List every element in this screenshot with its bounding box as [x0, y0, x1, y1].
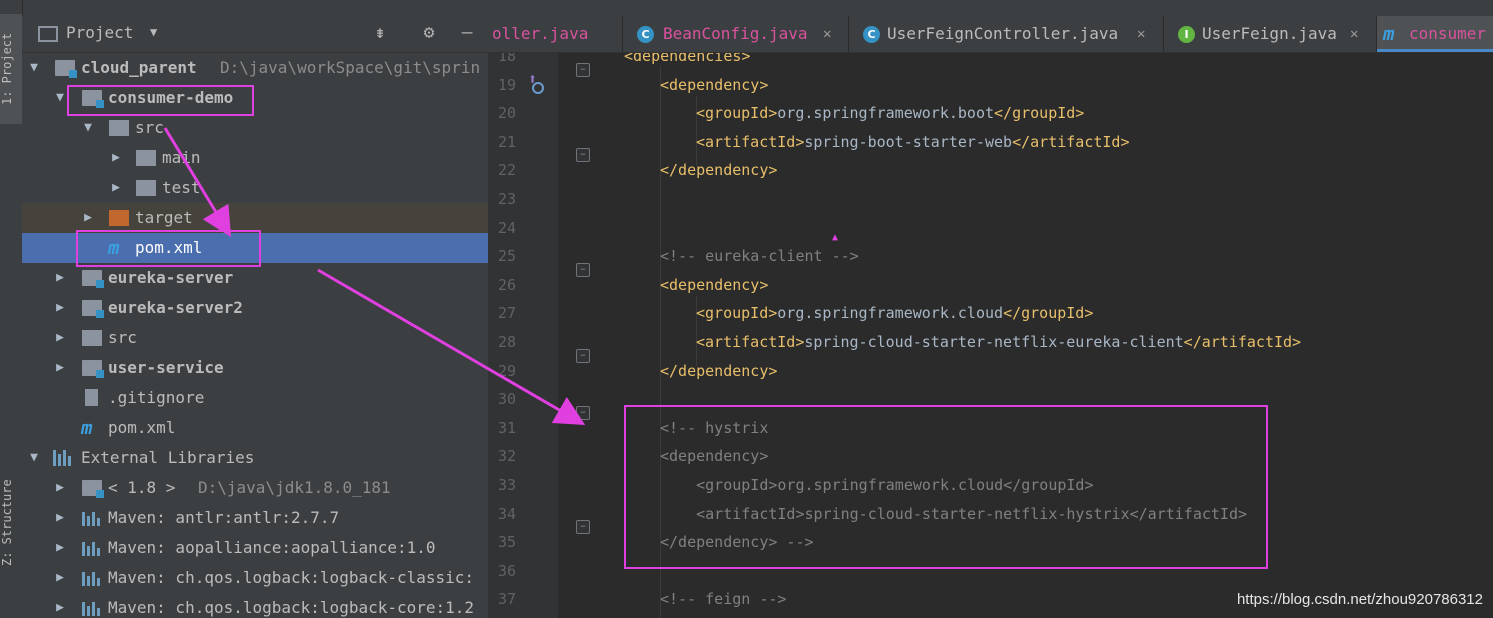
- watermark: https://blog.csdn.net/zhou920786312: [1236, 591, 1483, 608]
- arrow-to-hystrix: [317, 268, 586, 426]
- arrow-to-pom: [163, 127, 232, 238]
- annotation-arrows: [163, 127, 586, 426]
